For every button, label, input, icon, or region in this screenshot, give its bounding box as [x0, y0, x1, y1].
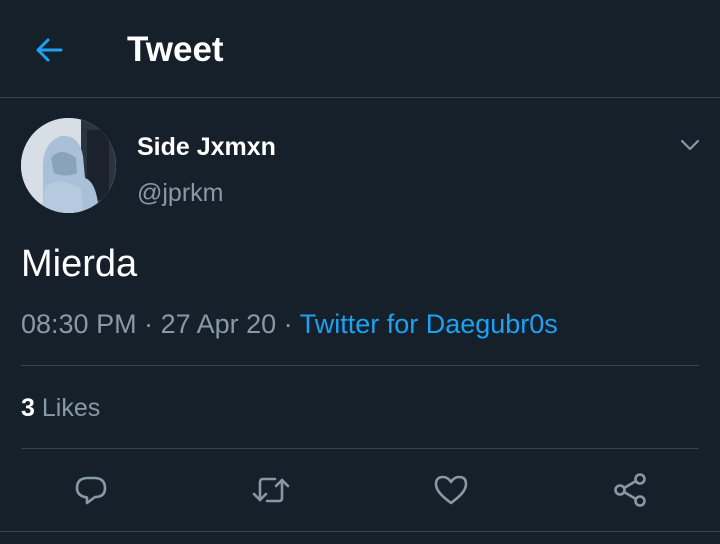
tweet-detail-screen: Tweet Side Jxmxn @jprkm Mierda 08:30 PM … — [0, 0, 720, 544]
tweet-time: 08:30 PM — [21, 309, 137, 339]
divider — [0, 531, 720, 532]
tweet-source-link[interactable]: Twitter for Daegubr0s — [300, 309, 558, 339]
tweet-menu-button[interactable] — [676, 131, 704, 159]
tweet-meta: 08:30 PM · 27 Apr 20 · Twitter for Daegu… — [21, 306, 558, 342]
likes-summary[interactable]: 3 Likes — [21, 391, 100, 425]
meta-separator: · — [276, 309, 300, 339]
divider — [21, 448, 699, 449]
author-display-name[interactable]: Side Jxmxn — [137, 131, 276, 163]
page-title: Tweet — [127, 30, 224, 69]
retweet-button[interactable] — [251, 470, 291, 510]
divider — [21, 365, 699, 366]
share-button[interactable] — [610, 470, 650, 510]
tweet-date: 27 Apr 20 — [160, 309, 277, 339]
top-bar: Tweet — [0, 0, 720, 98]
tweet-text: Mierda — [21, 243, 138, 285]
back-button[interactable] — [30, 31, 68, 69]
retweet-icon — [252, 477, 290, 503]
heart-icon — [434, 475, 468, 505]
share-icon — [614, 473, 646, 507]
avatar[interactable] — [21, 118, 116, 213]
arrow-left-icon — [36, 38, 63, 62]
author-handle[interactable]: @jprkm — [137, 177, 224, 209]
avatar-image — [21, 118, 116, 213]
likes-label: Likes — [41, 394, 101, 422]
likes-count: 3 — [21, 394, 35, 422]
reply-button[interactable] — [71, 470, 111, 510]
chevron-down-icon — [680, 139, 700, 151]
speech-bubble-icon — [75, 476, 107, 505]
like-button[interactable] — [431, 470, 471, 510]
meta-separator: · — [136, 309, 161, 339]
